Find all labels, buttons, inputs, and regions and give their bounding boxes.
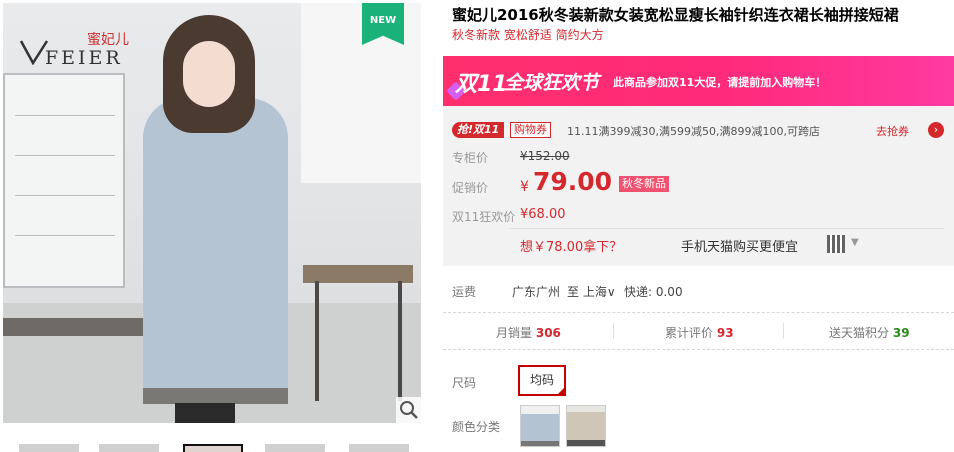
thumbnail-active[interactable] bbox=[183, 444, 243, 452]
thumbnail-strip bbox=[3, 444, 421, 452]
sale-price-label: 促销价 bbox=[452, 181, 489, 195]
shipping-row: 运费 广东广州 至 上海∨ 快递: 0.00 bbox=[443, 266, 954, 313]
brand-name-cn: 蜜妃儿 bbox=[87, 32, 129, 48]
tmall-points: 送天猫积分 39 bbox=[829, 324, 910, 341]
coupon-row: 抢!双11 购物券 11.11满399减30,满599减50,满899减100,… bbox=[452, 122, 947, 140]
whiteboard-bg bbox=[3, 73, 125, 288]
product-gallery: 蜜妃儿 FEIER NEW bbox=[0, 0, 428, 452]
selected-check-icon bbox=[556, 386, 566, 396]
review-count[interactable]: 累计评价 93 bbox=[665, 324, 734, 341]
original-price: ¥152.00 bbox=[520, 149, 570, 163]
sale-price: 79.00 bbox=[533, 167, 613, 196]
monthly-sales: 月销量 306 bbox=[496, 324, 561, 341]
shipping-origin: 广东广州 bbox=[512, 285, 561, 299]
brand-name-en: FEIER bbox=[45, 47, 123, 69]
tmall-points-value: 39 bbox=[892, 326, 910, 340]
color-swatch-blue[interactable] bbox=[520, 405, 560, 447]
main-product-image[interactable]: 蜜妃儿 FEIER bbox=[3, 3, 421, 423]
thumbnail[interactable] bbox=[99, 444, 159, 452]
double11-price: ¥68.00 bbox=[520, 207, 566, 222]
review-count-label: 累计评价 bbox=[665, 326, 714, 340]
stats-row: 月销量 306 累计评价 93 送天猫积分 39 bbox=[443, 313, 954, 350]
double11-banner[interactable]: 双11 全球狂欢节 此商品参加双11大促，请提前加入购物车！ bbox=[443, 56, 954, 106]
zoom-button[interactable] bbox=[396, 397, 422, 423]
mobile-offer-text: 手机天猫购买更便宜 bbox=[681, 240, 799, 255]
mobile-offer-row[interactable]: 想￥78.00拿下？ 手机天猫购买更便宜 ▼ bbox=[509, 228, 944, 260]
banner-logo-11: 双11 bbox=[455, 72, 508, 97]
model-hem bbox=[143, 388, 288, 404]
double11-price-label: 双11狂欢价 bbox=[452, 210, 516, 224]
model-face bbox=[183, 41, 235, 107]
mobile-offer-price: 想￥78.00拿下？ bbox=[520, 240, 623, 255]
price-panel: 抢!双11 购物券 11.11满399减30,满599减50,满899减100,… bbox=[443, 106, 954, 266]
coupon-rules: 11.11满399减30,满599减50,满899减100,可跨店 bbox=[567, 125, 820, 138]
shipping-destination-select[interactable]: 至 上海∨ bbox=[567, 283, 616, 300]
coupon-tag-voucher: 购物券 bbox=[510, 122, 551, 138]
grab-coupon-link[interactable]: 去抢券 bbox=[876, 123, 909, 139]
color-label: 颜色分类 bbox=[452, 420, 501, 434]
sale-tag: 秋冬新品 bbox=[619, 176, 669, 192]
model-dress bbox=[143, 98, 288, 396]
thumbnail[interactable] bbox=[19, 444, 79, 452]
magnifier-icon bbox=[400, 401, 418, 419]
size-label: 尺码 bbox=[452, 376, 477, 390]
original-price-label: 专柜价 bbox=[452, 151, 489, 165]
brand-logo: 蜜妃儿 FEIER bbox=[17, 17, 129, 69]
size-option-label: 均码 bbox=[529, 373, 554, 387]
caret-down-icon[interactable]: ▼ bbox=[851, 237, 859, 248]
product-subtitle: 秋冬新款 宽松舒适 简约大方 bbox=[452, 28, 604, 42]
sale-price-currency: ¥ bbox=[520, 179, 529, 195]
size-option[interactable]: 均码 bbox=[518, 365, 566, 396]
thumbnail[interactable] bbox=[265, 444, 325, 452]
coupon-tag-double11: 抢!双11 bbox=[452, 122, 505, 138]
color-swatch-beige[interactable] bbox=[566, 405, 606, 447]
qr-code-icon[interactable] bbox=[827, 235, 845, 253]
shipping-fee: 快递: 0.00 bbox=[624, 285, 683, 299]
banner-fest-text: 全球狂欢节 bbox=[504, 72, 600, 94]
review-count-value: 93 bbox=[716, 326, 734, 340]
table-bg bbox=[3, 318, 163, 336]
product-title: 蜜妃儿2016秋冬装新款女装宽松显瘦长袖针织连衣裙长袖拼接短裙 bbox=[452, 6, 899, 24]
monthly-sales-label: 月销量 bbox=[496, 326, 533, 340]
shipping-label: 运费 bbox=[452, 285, 477, 299]
tmall-points-label: 送天猫积分 bbox=[829, 326, 890, 340]
chair-bg bbox=[303, 265, 413, 283]
model-legs bbox=[175, 403, 235, 423]
monthly-sales-value: 306 bbox=[535, 326, 561, 340]
banner-note: 此商品参加双11大促，请提前加入购物车！ bbox=[613, 76, 827, 89]
thumbnail[interactable] bbox=[349, 444, 409, 452]
product-info: 蜜妃儿2016秋冬装新款女装宽松显瘦长袖针织连衣裙长袖拼接短裙 秋冬新款 宽松舒… bbox=[443, 0, 954, 452]
chevron-right-icon[interactable]: › bbox=[928, 122, 944, 138]
